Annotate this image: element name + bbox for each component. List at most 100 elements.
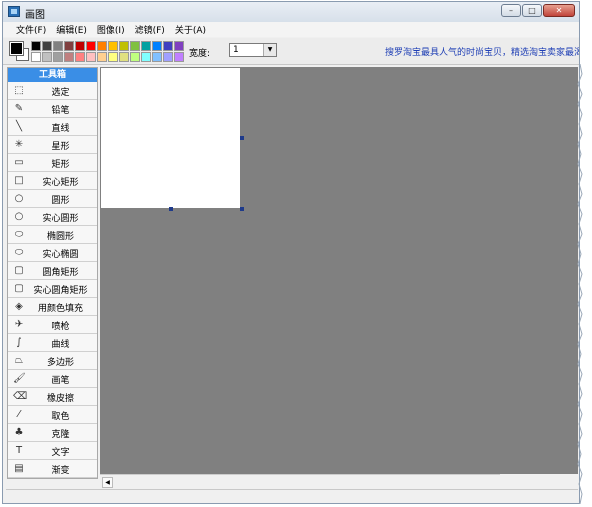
tool-item[interactable]: ✈ 喷枪 [8,316,97,334]
tool-label: 实心圆形 [42,214,79,224]
palette-swatch[interactable] [163,52,173,62]
tool-item[interactable]: ▢ 实心圆角矩形 [8,280,97,298]
tool-item[interactable]: ⬭ 实心椭圆 [8,244,97,262]
tool-item[interactable]: ✎ 铅笔 [8,100,97,118]
tool-label: 选定 [51,88,70,98]
width-label: 宽度: [189,49,211,59]
tool-item[interactable]: T 文字 [8,442,97,460]
tool-item[interactable]: ▭ 矩形 [8,154,97,172]
palette-swatch[interactable] [174,52,184,62]
palette-swatch[interactable] [141,52,151,62]
minimize-button[interactable]: – [501,4,521,17]
palette-swatch[interactable] [75,52,85,62]
width-value: 1 [233,45,239,55]
tool-label: 圆形 [51,196,70,206]
palette-swatch[interactable] [97,41,107,51]
paint-window: 画图 – □ ✕ 文件(F) 编辑(E) 图像(I) 滤镜(F) 关于(A) 宽… [2,1,580,504]
tool-item[interactable]: ∫ 曲线 [8,334,97,352]
palette-swatch[interactable] [108,52,118,62]
tool-label: 克隆 [51,430,70,440]
tool-item[interactable]: □ 实心矩形 [8,172,97,190]
tool-item[interactable]: 🖌 画笔 [8,370,97,388]
curve-icon: ∫ [16,337,22,348]
circle-icon: ○ [14,193,24,204]
resize-handle-corner[interactable] [240,207,244,211]
tool-label: 曲线 [51,340,70,350]
scroll-left-icon[interactable]: ◀ [102,477,113,488]
tool-label: 喷枪 [51,322,70,332]
menu-filter[interactable]: 滤镜(F) [130,22,170,37]
palette-swatch[interactable] [97,52,107,62]
tool-label: 椭圆形 [46,232,74,242]
palette-swatch[interactable] [75,41,85,51]
foreground-color[interactable] [9,41,24,56]
menu-file[interactable]: 文件(F) [11,22,51,37]
canvas-area[interactable] [100,67,578,474]
eraser-icon: ⌫ [13,391,28,402]
tool-label: 直线 [51,124,70,134]
horizontal-scrollbar[interactable]: ◀ [100,474,500,488]
palette-swatch[interactable] [86,52,96,62]
palette-swatch[interactable] [53,41,63,51]
menu-bar: 文件(F) 编辑(E) 图像(I) 滤镜(F) 关于(A) [3,22,579,37]
gradient-icon: ▤ [14,463,24,474]
palette-swatch[interactable] [86,41,96,51]
tool-label: 圆角矩形 [42,268,79,278]
text-icon: T [15,445,23,456]
palette-swatch[interactable] [163,41,173,51]
palette-swatch[interactable] [31,41,41,51]
chevron-down-icon[interactable]: ▼ [263,44,276,56]
palette-swatch[interactable] [152,52,162,62]
palette-swatch[interactable] [42,52,52,62]
tool-item[interactable]: ⏢ 多边形 [8,352,97,370]
filled-rounded-rect-icon: ▢ [14,283,24,294]
tool-item[interactable]: ○ 圆形 [8,190,97,208]
resize-handle-right[interactable] [240,136,244,140]
palette-swatch[interactable] [53,52,63,62]
title-bar[interactable]: 画图 – □ ✕ [3,2,579,22]
tool-label: 文字 [51,448,70,458]
palette-swatch[interactable] [42,41,52,51]
menu-edit[interactable]: 编辑(E) [51,22,92,37]
tool-item[interactable]: ⬚ 选定 [8,82,97,100]
tool-item[interactable]: ♣ 克隆 [8,424,97,442]
width-select[interactable]: 1 ▼ [229,43,277,57]
tool-label: 橡皮擦 [46,394,74,404]
tool-item[interactable]: ⌫ 橡皮擦 [8,388,97,406]
tool-item[interactable]: ╲ 直线 [8,118,97,136]
menu-about[interactable]: 关于(A) [170,22,211,37]
palette-swatch[interactable] [130,52,140,62]
palette-swatch[interactable] [174,41,184,51]
palette-swatch[interactable] [141,41,151,51]
tool-item[interactable]: ⬭ 椭圆形 [8,226,97,244]
tool-item[interactable]: ▤ 渐变 [8,460,97,478]
palette-swatch[interactable] [64,52,74,62]
star-icon: ✳ [14,139,24,150]
palette-swatch[interactable] [152,41,162,51]
palette-swatch[interactable] [31,52,41,62]
tool-label: 实心矩形 [42,178,79,188]
resize-handle-bottom[interactable] [169,207,173,211]
current-color-indicator[interactable] [9,41,29,61]
filled-rectangle-icon: □ [14,175,24,186]
close-button[interactable]: ✕ [543,4,575,17]
palette-swatch[interactable] [130,41,140,51]
tool-item[interactable]: ⁄ 取色 [8,406,97,424]
tool-item[interactable]: ▢ 圆角矩形 [8,262,97,280]
tool-item[interactable]: ◈ 用颜色填充 [8,298,97,316]
tool-item[interactable]: ✳ 星形 [8,136,97,154]
ad-link[interactable]: 搜罗淘宝最具人气的时尚宝贝，精选淘宝卖家最渴望的 [385,45,579,58]
palette-swatch[interactable] [64,41,74,51]
palette-swatch[interactable] [119,41,129,51]
tool-item[interactable]: ○ 实心圆形 [8,208,97,226]
drawing-canvas[interactable] [101,68,240,208]
menu-image[interactable]: 图像(I) [92,22,130,37]
maximize-button[interactable]: □ [522,4,542,17]
ellipse-icon: ⬭ [14,229,24,240]
line-icon: ╲ [15,121,23,132]
window-controls: – □ ✕ [501,4,575,17]
palette-swatch[interactable] [119,52,129,62]
eyedropper-icon: ⁄ [18,409,20,420]
tool-label: 渐变 [51,466,70,476]
palette-swatch[interactable] [108,41,118,51]
